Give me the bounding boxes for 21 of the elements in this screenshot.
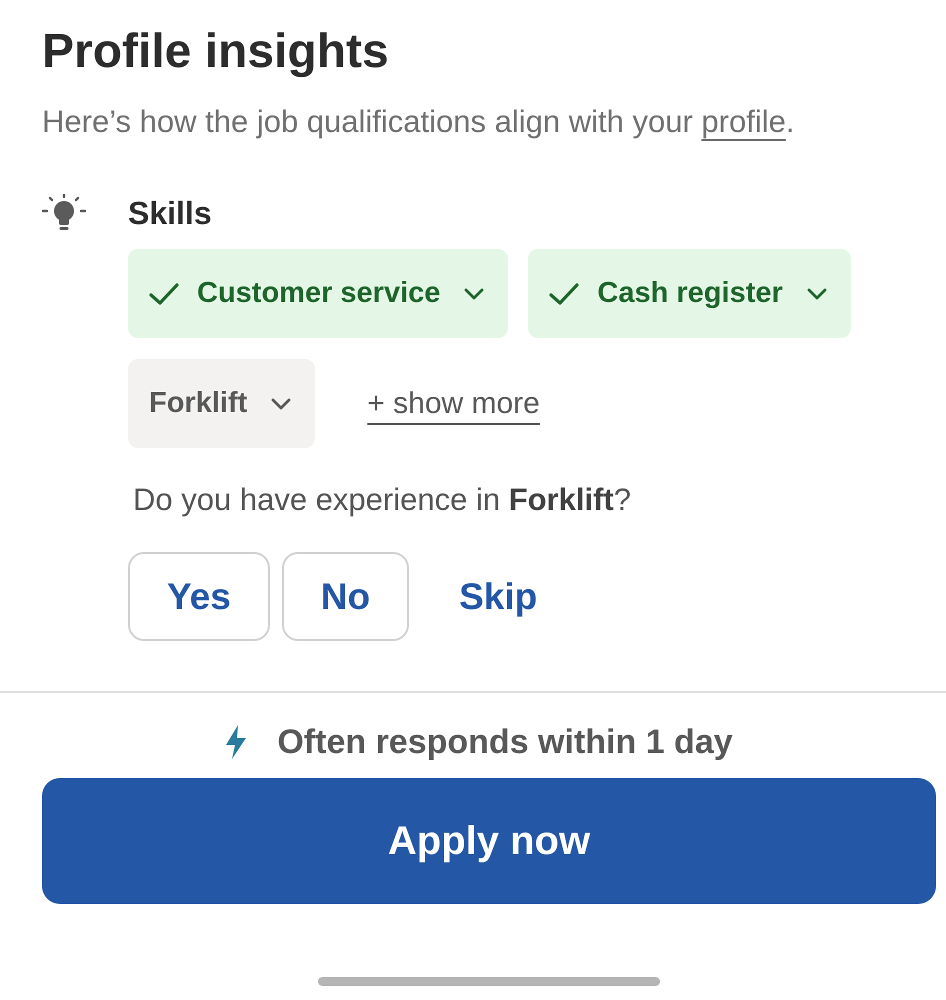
skill-chip[interactable]: Forklift (128, 359, 316, 448)
question-text: Do you have experience in Forklift? (133, 481, 631, 519)
skill-chip[interactable]: Customer service (128, 249, 508, 338)
lightbulb-icon (42, 194, 86, 232)
checkmark-icon (149, 282, 179, 304)
skill-chip[interactable]: Cash register (528, 249, 851, 338)
caret-icon (806, 288, 827, 300)
answer-button[interactable]: No (282, 552, 410, 641)
checkmark-icon (549, 282, 580, 304)
subtitle-text: Here’s how the job qualifications align with your profile. (42, 103, 794, 141)
skip-button[interactable]: Skip (459, 574, 538, 618)
profile-link[interactable]: profile (701, 104, 786, 139)
answer-button[interactable]: Yes (128, 552, 270, 641)
apply-now-button[interactable]: Apply now (42, 778, 936, 904)
caret-icon (464, 288, 484, 300)
skills-heading: Skills (128, 194, 212, 232)
response-time-text: Often responds within 1 day (277, 722, 733, 762)
caret-icon (271, 398, 292, 410)
show-more-link[interactable]: + show more (367, 386, 540, 420)
section-title: Profile insights (42, 24, 389, 80)
lightning-bolt-icon (225, 725, 248, 759)
